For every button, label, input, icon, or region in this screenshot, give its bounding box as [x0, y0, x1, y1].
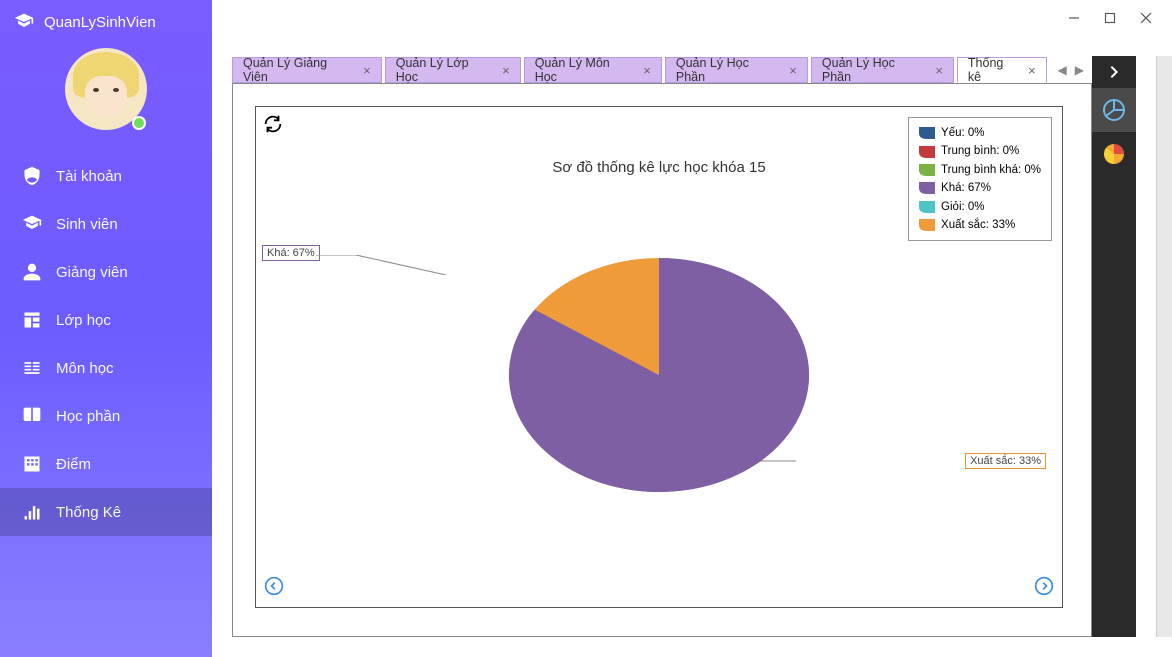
slice-callout-kha: Khá: 67% [262, 245, 320, 261]
tab-label: Quản Lý Học Phần [676, 56, 781, 84]
sidebar-item-label: Sinh viên [56, 216, 118, 233]
tab-hocphan-1[interactable]: Quản Lý Học Phần × [665, 57, 808, 83]
refresh-button[interactable] [262, 113, 284, 140]
legend-swatch-icon [919, 182, 935, 194]
legend-item: Giỏi: 0% [919, 198, 1041, 216]
rail-chart-type-2[interactable] [1092, 132, 1136, 176]
book-icon [22, 406, 42, 426]
class-icon [22, 310, 42, 330]
sidebar-item-taikhoan[interactable]: Tài khoản [0, 152, 212, 200]
legend-swatch-icon [919, 219, 935, 231]
legend-item: Trung bình khá: 0% [919, 161, 1041, 179]
tab-label: Thống kê [968, 56, 1020, 84]
arrow-right-circle-icon [1034, 576, 1054, 596]
tab-label: Quản Lý Học Phần [822, 56, 927, 84]
tab-label: Quản Lý Lớp Học [396, 56, 494, 84]
chart-next-button[interactable] [1034, 576, 1054, 601]
sidebar-item-label: Giảng viên [56, 264, 128, 281]
tab-giangvien[interactable]: Quản Lý Giảng Viên × [232, 57, 382, 83]
subject-icon [22, 358, 42, 378]
sidebar-item-label: Môn học [56, 360, 114, 377]
tab-label: Quản Lý Môn Học [535, 56, 636, 84]
sidebar-item-label: Lớp học [56, 312, 111, 329]
rail-chart-type-1[interactable] [1092, 88, 1136, 132]
shield-user-icon [22, 166, 42, 186]
tab-hocphan-2[interactable]: Quản Lý Học Phần × [811, 57, 954, 83]
close-icon[interactable]: × [935, 64, 943, 77]
window-close-button[interactable] [1128, 4, 1164, 32]
tab-scroll-nav: ◀ ▶ [1050, 63, 1092, 77]
chart-card: Sơ đồ thống kê lực học khóa 15 Khá: 67% … [255, 106, 1063, 608]
legend-label: Trung bình: 0% [941, 142, 1019, 160]
main-area: Quản Lý Giảng Viên × Quản Lý Lớp Học × Q… [212, 0, 1172, 657]
legend-item: Xuất sắc: 33% [919, 216, 1041, 234]
tab-scroll-right-icon[interactable]: ▶ [1075, 63, 1084, 77]
score-icon [22, 454, 42, 474]
sidebar-item-label: Thống Kê [56, 504, 121, 521]
close-icon[interactable]: × [502, 64, 510, 77]
close-icon[interactable]: × [643, 64, 651, 77]
refresh-icon [262, 113, 284, 135]
legend-item: Yếu: 0% [919, 124, 1041, 142]
legend-swatch-icon [919, 127, 935, 139]
legend-swatch-icon [919, 146, 935, 158]
sidebar-nav: Tài khoản Sinh viên Giảng viên Lớp học M… [0, 148, 212, 536]
sidebar-item-diem[interactable]: Điểm [0, 440, 212, 488]
legend-label: Yếu: 0% [941, 124, 984, 142]
app-title: QuanLySinhVien [44, 14, 156, 31]
tab-label: Quản Lý Giảng Viên [243, 56, 355, 84]
sidebar-item-thongke[interactable]: Thống Kê [0, 488, 212, 536]
legend-label: Xuất sắc: 33% [941, 216, 1015, 234]
tab-thongke[interactable]: Thống kê × [957, 57, 1047, 83]
rail-expand-button[interactable] [1092, 56, 1136, 88]
pie-filled-icon [1102, 142, 1126, 166]
tab-panel: Sơ đồ thống kê lực học khóa 15 Khá: 67% … [232, 83, 1092, 637]
sidebar-item-lophoc[interactable]: Lớp học [0, 296, 212, 344]
titlebar [212, 0, 1172, 36]
legend-swatch-icon [919, 201, 935, 213]
chart-prev-button[interactable] [264, 576, 284, 601]
legend-label: Trung bình khá: 0% [941, 161, 1041, 179]
pie-outline-icon [1102, 98, 1126, 122]
pie-chart [489, 245, 829, 505]
close-icon[interactable]: × [1028, 64, 1036, 77]
close-icon[interactable]: × [363, 64, 371, 77]
sidebar-item-label: Điểm [56, 456, 91, 473]
sidebar-item-label: Tài khoản [56, 168, 122, 185]
avatar-container [0, 38, 212, 148]
app-header: QuanLySinhVien [0, 0, 212, 38]
window-minimize-button[interactable] [1056, 4, 1092, 32]
vertical-scrollbar[interactable] [1156, 56, 1172, 637]
chevron-right-icon [1106, 64, 1122, 80]
sidebar-item-label: Học phần [56, 408, 120, 425]
sidebar-item-hocphan[interactable]: Học phần [0, 392, 212, 440]
legend-item: Trung bình: 0% [919, 142, 1041, 160]
tab-scroll-left-icon[interactable]: ◀ [1058, 63, 1067, 77]
grad-cap-icon [22, 214, 42, 234]
arrow-left-circle-icon [264, 576, 284, 596]
person-icon [22, 262, 42, 282]
sidebar-item-sinhvien[interactable]: Sinh viên [0, 200, 212, 248]
legend-swatch-icon [919, 164, 935, 176]
legend-label: Khá: 67% [941, 179, 991, 197]
tab-monhoc[interactable]: Quản Lý Môn Học × [524, 57, 662, 83]
window-maximize-button[interactable] [1092, 4, 1128, 32]
legend-item: Khá: 67% [919, 179, 1041, 197]
right-rail [1092, 56, 1136, 637]
slice-callout-xuatsac: Xuất sắc: 33% [965, 453, 1046, 469]
chart-legend: Yếu: 0% Trung bình: 0% Trung bình khá: 0… [908, 117, 1052, 241]
sidebar: QuanLySinhVien Tài khoản Sinh viên Giảng… [0, 0, 212, 657]
legend-label: Giỏi: 0% [941, 198, 984, 216]
tab-lophoc[interactable]: Quản Lý Lớp Học × [385, 57, 521, 83]
stats-icon [22, 502, 42, 522]
tab-strip: Quản Lý Giảng Viên × Quản Lý Lớp Học × Q… [232, 56, 1092, 84]
sidebar-item-giangvien[interactable]: Giảng viên [0, 248, 212, 296]
grad-cap-icon [14, 12, 34, 32]
sidebar-item-monhoc[interactable]: Môn học [0, 344, 212, 392]
close-icon[interactable]: × [789, 64, 797, 77]
status-online-icon [132, 116, 146, 130]
